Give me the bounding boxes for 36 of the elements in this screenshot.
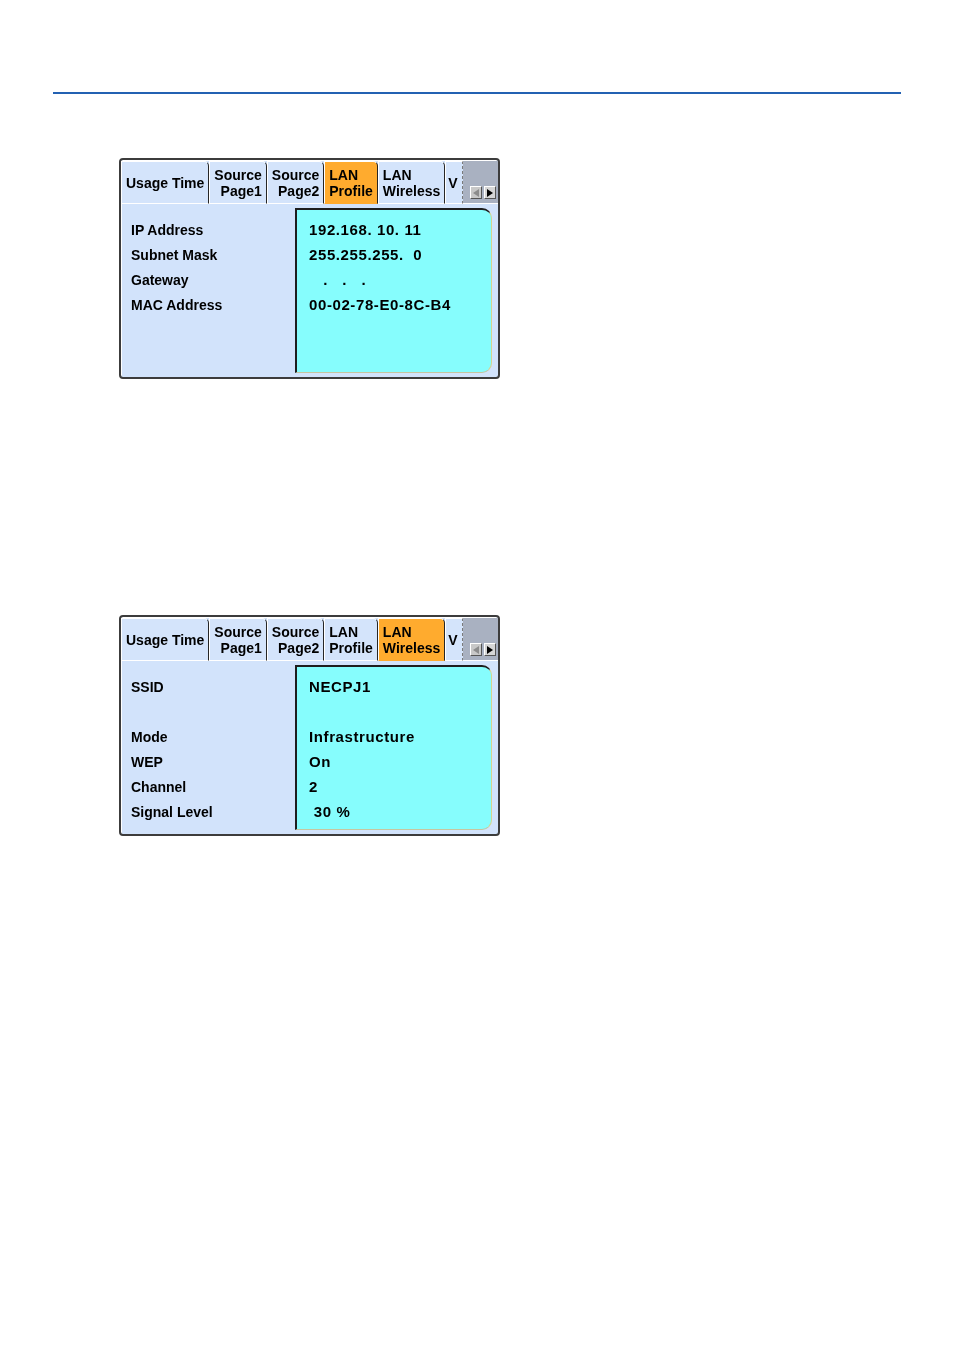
tab[interactable]: Source Page2	[266, 618, 325, 661]
field-value: NECPJ1	[309, 678, 371, 695]
scroll-right-button[interactable]	[484, 186, 496, 199]
field-value: . . .	[322, 271, 367, 288]
field-value: 255.255.255. 0	[309, 246, 423, 263]
tab[interactable]: LAN Profile	[324, 618, 378, 661]
field-value: 00-02-78-E0-8C-B4	[309, 296, 451, 313]
field-label: MAC Address	[131, 297, 223, 313]
tab[interactable]: LAN Profile	[324, 161, 378, 204]
field-label: Channel	[131, 779, 187, 795]
left-triangle-icon	[473, 645, 479, 654]
left-triangle-icon	[473, 188, 479, 197]
field-label: Mode	[131, 729, 168, 745]
field-value: On	[309, 753, 332, 770]
right-triangle-icon	[487, 645, 493, 654]
field-value: Infrastructure	[309, 728, 415, 745]
tab[interactable]: V	[445, 161, 464, 204]
field-label: Subnet Mask	[131, 247, 218, 263]
tab[interactable]: Usage Time	[121, 618, 210, 661]
field-value: 30 %	[312, 803, 351, 820]
tab[interactable]: Source Page1	[209, 161, 267, 204]
tab[interactable]: Source Page2	[266, 161, 325, 204]
scroll-right-button[interactable]	[484, 643, 496, 656]
field-label: IP Address	[131, 222, 204, 238]
field-label: Signal Level	[131, 804, 213, 820]
field-label: Gateway	[131, 272, 189, 288]
right-triangle-icon	[487, 188, 493, 197]
field-label: SSID	[131, 679, 164, 695]
tab[interactable]: Source Page1	[209, 618, 267, 661]
tab[interactable]: LAN Wireless	[377, 161, 446, 204]
field-value: 2	[309, 778, 318, 795]
tab[interactable]: V	[445, 618, 464, 661]
tab[interactable]: LAN Wireless	[377, 618, 446, 661]
field-label: WEP	[131, 754, 163, 770]
field-value: 192.168. 10. 11	[309, 221, 422, 238]
tab[interactable]: Usage Time	[121, 161, 210, 204]
